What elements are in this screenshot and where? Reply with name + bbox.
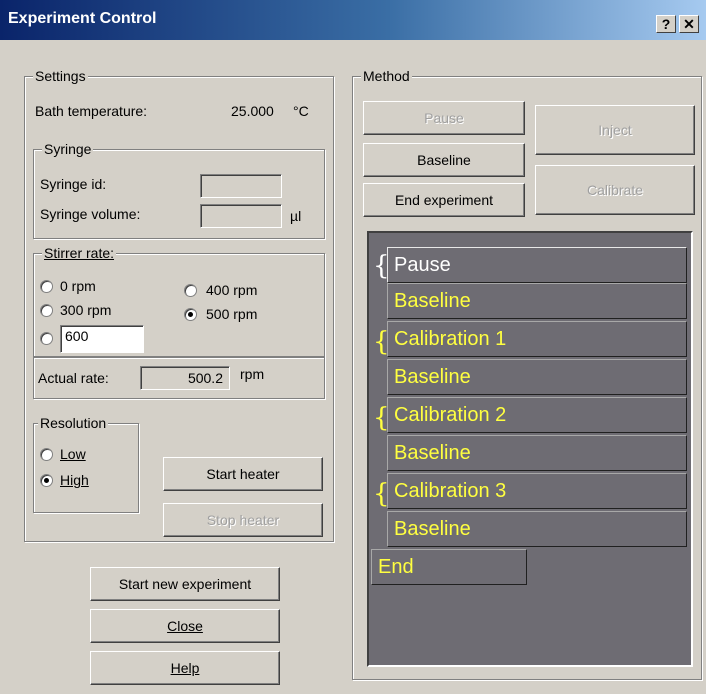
start-new-experiment-button[interactable]: Start new experiment (90, 567, 280, 601)
close-button[interactable]: Close (90, 609, 280, 643)
settings-group: Settings Bath temperature: 25.000 °C Syr… (24, 67, 334, 542)
stirrer-custom-radio[interactable] (40, 332, 53, 345)
syringe-volume-field[interactable] (200, 204, 282, 228)
actual-rate-box: Actual rate: 500.2 rpm (33, 357, 325, 399)
syringe-id-field[interactable] (200, 174, 282, 198)
calibrate-button[interactable]: Calibrate (535, 165, 695, 215)
stirrer-500-radio[interactable] (184, 308, 197, 321)
syringe-group: Syringe Syringe id: Syringe volume: µl (33, 140, 325, 239)
stirrer-400-radio[interactable] (184, 284, 197, 297)
resolution-low-radio[interactable] (40, 448, 53, 461)
bath-temperature-value: 25.000 (231, 103, 274, 119)
bath-temperature-unit: °C (293, 103, 309, 119)
stirrer-0-label[interactable]: 0 rpm (60, 278, 96, 294)
stirrer-300-label[interactable]: 300 rpm (60, 302, 111, 318)
method-step[interactable]: Baseline (387, 511, 687, 547)
pause-button[interactable]: Pause (363, 101, 525, 135)
stirrer-custom-input[interactable]: 600 (60, 325, 144, 353)
resolution-low-label[interactable]: Low (60, 446, 86, 462)
close-button-label: Close (167, 618, 203, 634)
help-button[interactable]: Help (90, 651, 280, 685)
stirrer-300-radio[interactable] (40, 304, 53, 317)
stop-heater-button[interactable]: Stop heater (163, 503, 323, 537)
stirrer-rate-group: Stirrer rate: 0 rpm 400 rpm 300 rpm 500 … (33, 244, 325, 357)
baseline-button[interactable]: Baseline (363, 143, 525, 177)
stirrer-rate-legend: Stirrer rate: (42, 244, 117, 262)
actual-rate-value: 500.2 (140, 366, 230, 390)
stirrer-0-radio[interactable] (40, 280, 53, 293)
help-button-label: Help (170, 660, 200, 676)
method-step[interactable]: Calibration 2 (387, 397, 687, 433)
inject-button[interactable]: Inject (535, 105, 695, 155)
syringe-id-label: Syringe id: (40, 176, 107, 192)
method-step[interactable]: Pause (387, 247, 687, 283)
bath-temperature-label: Bath temperature: (35, 103, 148, 119)
end-experiment-button[interactable]: End experiment (363, 183, 525, 217)
actual-rate-label: Actual rate: (38, 370, 109, 386)
resolution-legend: Resolution (38, 414, 109, 432)
close-icon[interactable]: ✕ (679, 15, 699, 33)
method-step[interactable]: Calibration 3 (387, 473, 687, 509)
help-icon[interactable]: ? (656, 15, 676, 33)
syringe-volume-label: Syringe volume: (40, 206, 141, 222)
window-title: Experiment Control (8, 10, 157, 27)
settings-legend: Settings (33, 67, 88, 85)
method-step[interactable]: Baseline (387, 435, 687, 471)
syringe-volume-unit: µl (290, 208, 302, 224)
resolution-group: Resolution Low High (33, 414, 139, 513)
actual-rate-unit: rpm (240, 366, 265, 382)
start-heater-button[interactable]: Start heater (163, 457, 323, 491)
title-bar: Experiment Control ? ✕ (0, 0, 706, 40)
experiment-control-window: Experiment Control ? ✕ Settings Bath tem… (0, 0, 706, 694)
method-step[interactable]: Baseline (387, 359, 687, 395)
method-legend: Method (361, 67, 412, 85)
method-step-list[interactable]: { Pause Baseline { Calibration 1 Baselin… (367, 231, 693, 667)
method-step[interactable]: Calibration 1 (387, 321, 687, 357)
method-step[interactable]: Baseline (387, 283, 687, 319)
resolution-high-label[interactable]: High (60, 472, 89, 488)
stirrer-400-label[interactable]: 400 rpm (206, 282, 257, 298)
syringe-legend: Syringe (42, 140, 94, 158)
resolution-high-radio[interactable] (40, 474, 53, 487)
stirrer-500-label[interactable]: 500 rpm (206, 306, 257, 322)
method-step-end[interactable]: End (371, 549, 527, 585)
